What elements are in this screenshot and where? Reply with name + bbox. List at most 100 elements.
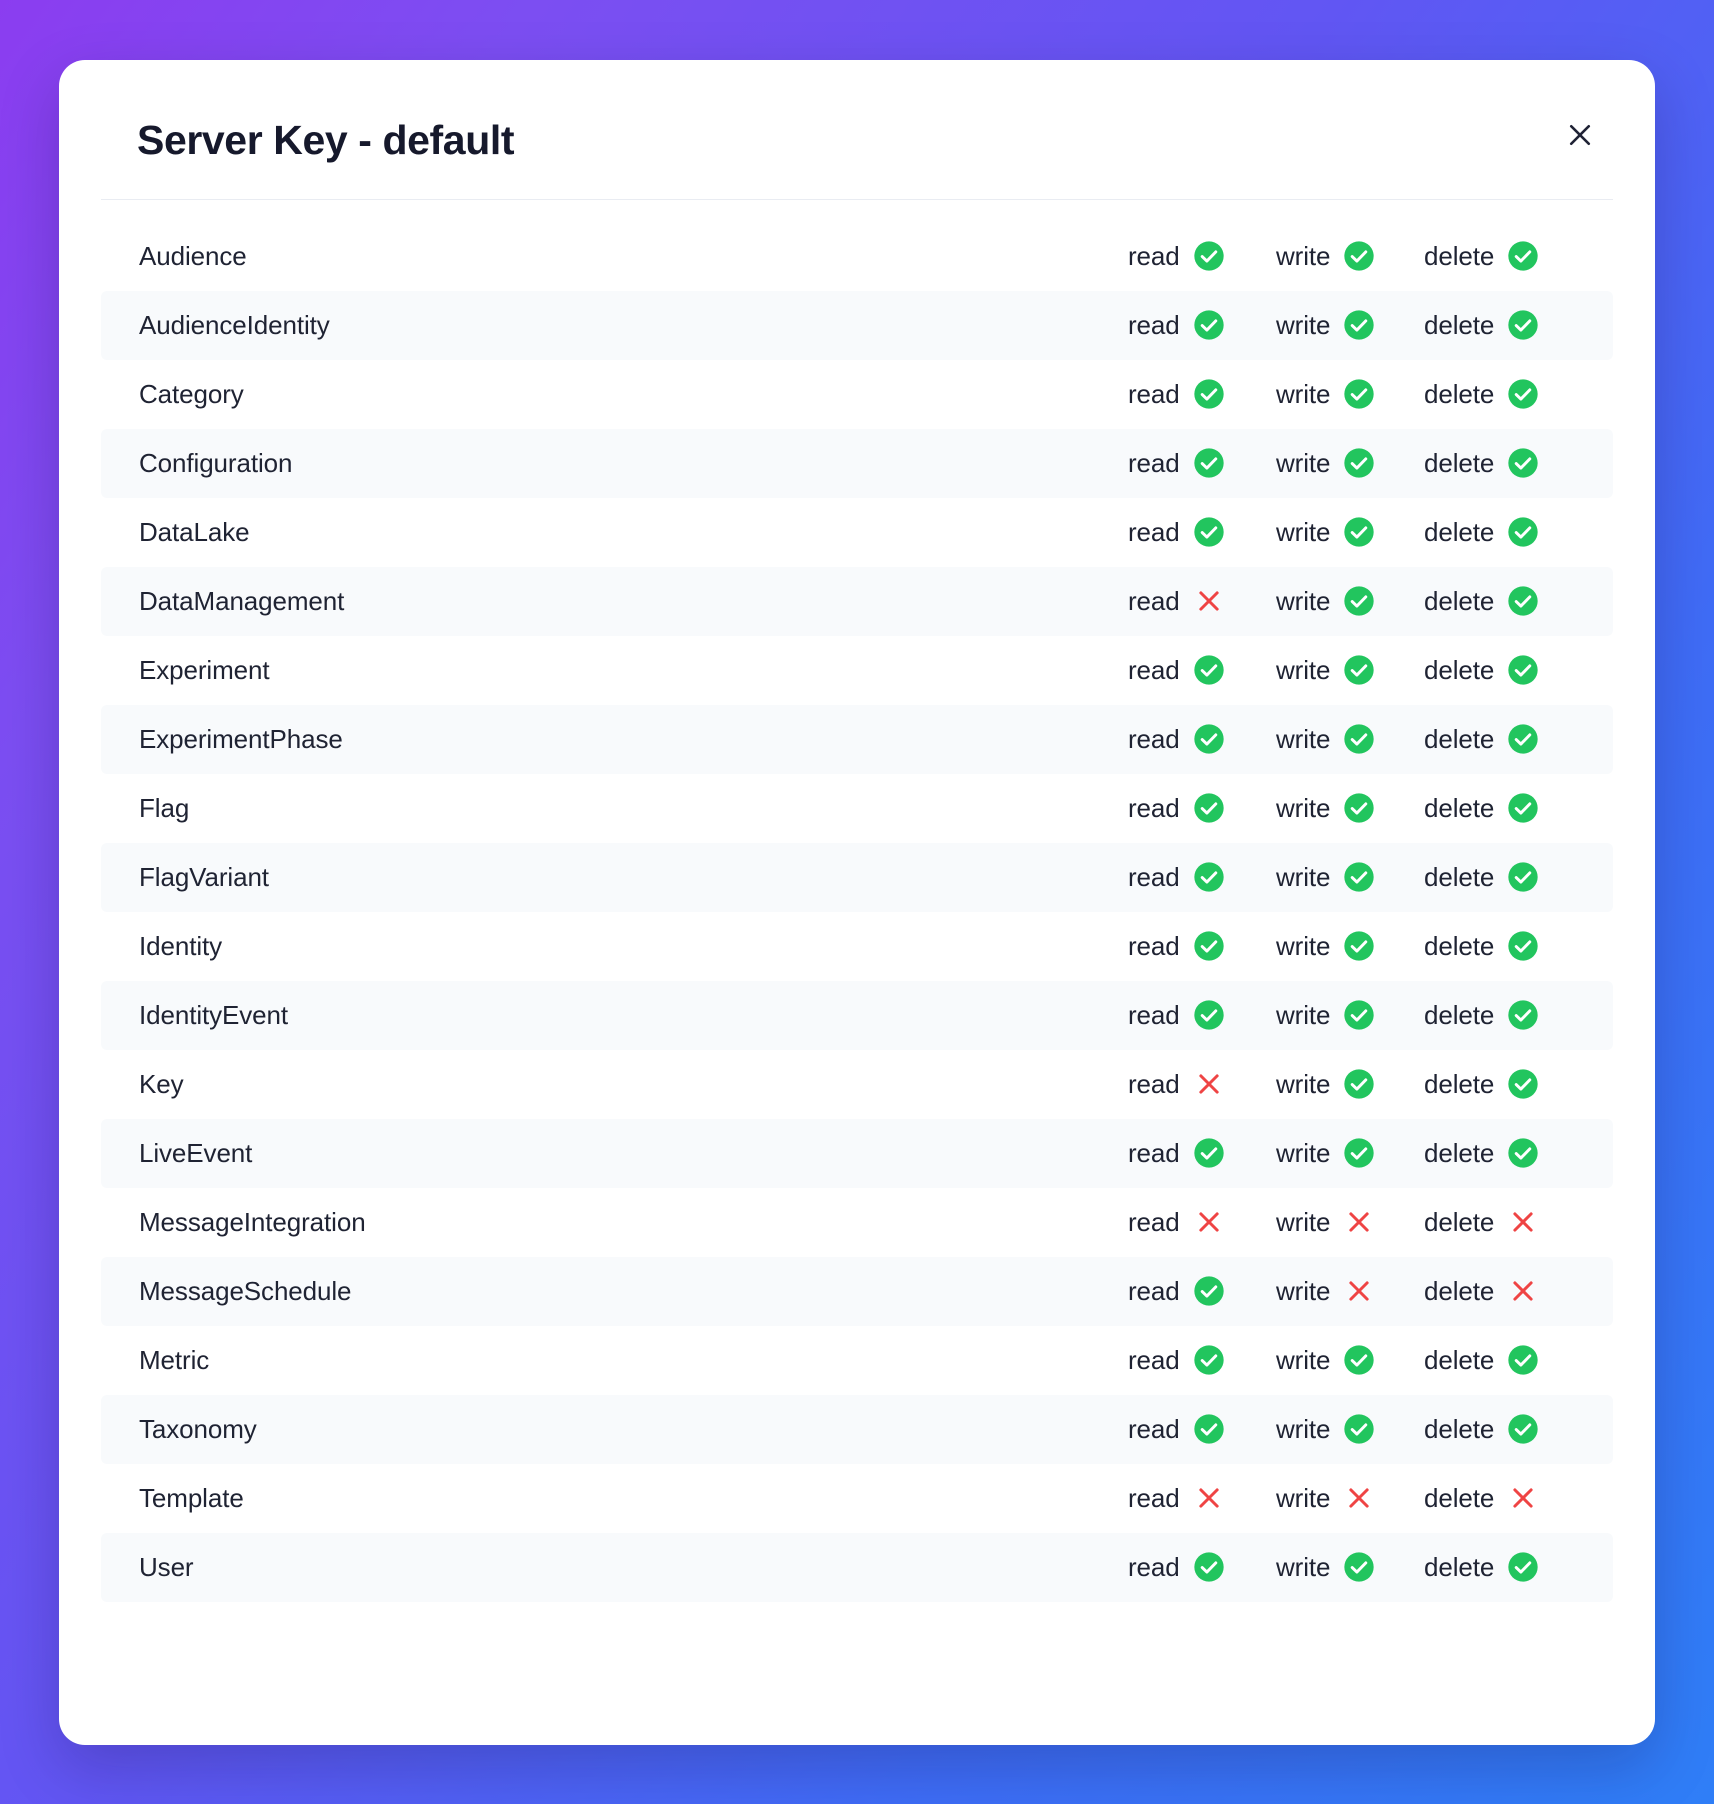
permission-cell-read[interactable]: read xyxy=(1128,1275,1276,1307)
permission-cell-write[interactable]: write xyxy=(1276,1068,1424,1100)
permission-cell-write[interactable]: write xyxy=(1276,1206,1424,1238)
permission-cell-read[interactable]: read xyxy=(1128,516,1276,548)
permission-label-write: write xyxy=(1276,861,1331,892)
check-circle-icon xyxy=(1343,792,1375,824)
permission-cell-delete[interactable]: delete xyxy=(1424,1068,1576,1100)
check-circle-icon xyxy=(1343,1413,1375,1445)
permission-cell-read[interactable]: read xyxy=(1128,1137,1276,1169)
table-row: Flag read write delete xyxy=(101,774,1613,843)
dialog-header: Server Key - default xyxy=(59,60,1655,199)
permission-cell-write[interactable]: write xyxy=(1276,1275,1424,1307)
permission-cell-read[interactable]: read xyxy=(1128,999,1276,1031)
x-icon xyxy=(1507,1275,1539,1307)
close-button[interactable] xyxy=(1557,112,1603,158)
permission-cell-delete[interactable]: delete xyxy=(1424,861,1576,893)
resource-name: ExperimentPhase xyxy=(139,723,343,754)
permission-cell-read[interactable]: read xyxy=(1128,1482,1276,1514)
permission-cell-write[interactable]: write xyxy=(1276,1482,1424,1514)
permission-cell-delete[interactable]: delete xyxy=(1424,516,1576,548)
permission-cell-delete[interactable]: delete xyxy=(1424,792,1576,824)
permission-cell-write[interactable]: write xyxy=(1276,309,1424,341)
check-circle-icon xyxy=(1343,516,1375,548)
permission-label-write: write xyxy=(1276,1068,1331,1099)
server-key-dialog: Server Key - default Audience read write de… xyxy=(59,59,1655,1745)
permission-cell-read[interactable]: read xyxy=(1128,723,1276,755)
check-circle-icon xyxy=(1507,378,1539,410)
permission-label-read: read xyxy=(1128,1344,1180,1375)
permission-cell-write[interactable]: write xyxy=(1276,1137,1424,1169)
check-circle-icon xyxy=(1193,1413,1225,1445)
permission-cell-delete[interactable]: delete xyxy=(1424,930,1576,962)
check-circle-icon xyxy=(1193,1344,1225,1376)
permission-cell-delete[interactable]: delete xyxy=(1424,1344,1576,1376)
check-circle-icon xyxy=(1193,447,1225,479)
permission-cell-read[interactable]: read xyxy=(1128,1551,1276,1583)
permission-cell-write[interactable]: write xyxy=(1276,654,1424,686)
resource-name: AudienceIdentity xyxy=(139,309,330,340)
permission-label-delete: delete xyxy=(1424,654,1495,685)
permission-actions: read write delete xyxy=(1128,861,1576,893)
permission-actions: read write delete xyxy=(1128,930,1576,962)
permission-cell-delete[interactable]: delete xyxy=(1424,1137,1576,1169)
permission-cell-read[interactable]: read xyxy=(1128,1206,1276,1238)
check-circle-icon xyxy=(1343,999,1375,1031)
permission-cell-delete[interactable]: delete xyxy=(1424,654,1576,686)
permission-cell-delete[interactable]: delete xyxy=(1424,1482,1576,1514)
permission-cell-read[interactable]: read xyxy=(1128,309,1276,341)
permission-cell-write[interactable]: write xyxy=(1276,516,1424,548)
permission-cell-read[interactable]: read xyxy=(1128,654,1276,686)
permission-actions: read write delete xyxy=(1128,1068,1576,1100)
permission-cell-read[interactable]: read xyxy=(1128,930,1276,962)
permission-cell-read[interactable]: read xyxy=(1128,1413,1276,1445)
permission-cell-write[interactable]: write xyxy=(1276,999,1424,1031)
permission-cell-read[interactable]: read xyxy=(1128,378,1276,410)
permission-cell-read[interactable]: read xyxy=(1128,861,1276,893)
permission-cell-write[interactable]: write xyxy=(1276,585,1424,617)
permission-cell-delete[interactable]: delete xyxy=(1424,309,1576,341)
permission-cell-read[interactable]: read xyxy=(1128,1068,1276,1100)
permission-cell-write[interactable]: write xyxy=(1276,240,1424,272)
page-title: Server Key - default xyxy=(137,116,515,163)
permission-actions: read write delete xyxy=(1128,1137,1576,1169)
permission-cell-write[interactable]: write xyxy=(1276,723,1424,755)
permission-cell-write[interactable]: write xyxy=(1276,378,1424,410)
permission-cell-read[interactable]: read xyxy=(1128,1344,1276,1376)
permission-label-write: write xyxy=(1276,723,1331,754)
permission-cell-delete[interactable]: delete xyxy=(1424,1275,1576,1307)
permission-actions: read write delete xyxy=(1128,792,1576,824)
permission-cell-write[interactable]: write xyxy=(1276,1344,1424,1376)
permission-cell-delete[interactable]: delete xyxy=(1424,1413,1576,1445)
permission-cell-delete[interactable]: delete xyxy=(1424,447,1576,479)
permission-cell-write[interactable]: write xyxy=(1276,1413,1424,1445)
permission-cell-delete[interactable]: delete xyxy=(1424,1551,1576,1583)
permission-cell-write[interactable]: write xyxy=(1276,861,1424,893)
table-row: Metric read write delete xyxy=(101,1326,1613,1395)
permission-cell-read[interactable]: read xyxy=(1128,585,1276,617)
permission-cell-delete[interactable]: delete xyxy=(1424,1206,1576,1238)
permission-cell-delete[interactable]: delete xyxy=(1424,378,1576,410)
permission-label-write: write xyxy=(1276,1551,1331,1582)
permission-cell-write[interactable]: write xyxy=(1276,447,1424,479)
permission-cell-read[interactable]: read xyxy=(1128,792,1276,824)
permission-label-read: read xyxy=(1128,930,1180,961)
check-circle-icon xyxy=(1193,309,1225,341)
table-row: Template read write delete xyxy=(101,1464,1613,1533)
permission-label-write: write xyxy=(1276,654,1331,685)
table-row: ExperimentPhase read write delete xyxy=(101,704,1613,774)
permission-cell-read[interactable]: read xyxy=(1128,240,1276,272)
permission-cell-write[interactable]: write xyxy=(1276,792,1424,824)
permission-cell-write[interactable]: write xyxy=(1276,1551,1424,1583)
permission-cell-delete[interactable]: delete xyxy=(1424,723,1576,755)
permission-cell-delete[interactable]: delete xyxy=(1424,240,1576,272)
permission-actions: read write delete xyxy=(1128,309,1576,341)
resource-name: MessageSchedule xyxy=(139,1275,352,1306)
check-circle-icon xyxy=(1193,1551,1225,1583)
permission-cell-read[interactable]: read xyxy=(1128,447,1276,479)
permission-actions: read write delete xyxy=(1128,378,1576,410)
permission-label-delete: delete xyxy=(1424,378,1495,409)
permission-cell-delete[interactable]: delete xyxy=(1424,585,1576,617)
permission-cell-write[interactable]: write xyxy=(1276,930,1424,962)
permission-label-read: read xyxy=(1128,861,1180,892)
resource-name: Taxonomy xyxy=(139,1413,257,1444)
permission-cell-delete[interactable]: delete xyxy=(1424,999,1576,1031)
